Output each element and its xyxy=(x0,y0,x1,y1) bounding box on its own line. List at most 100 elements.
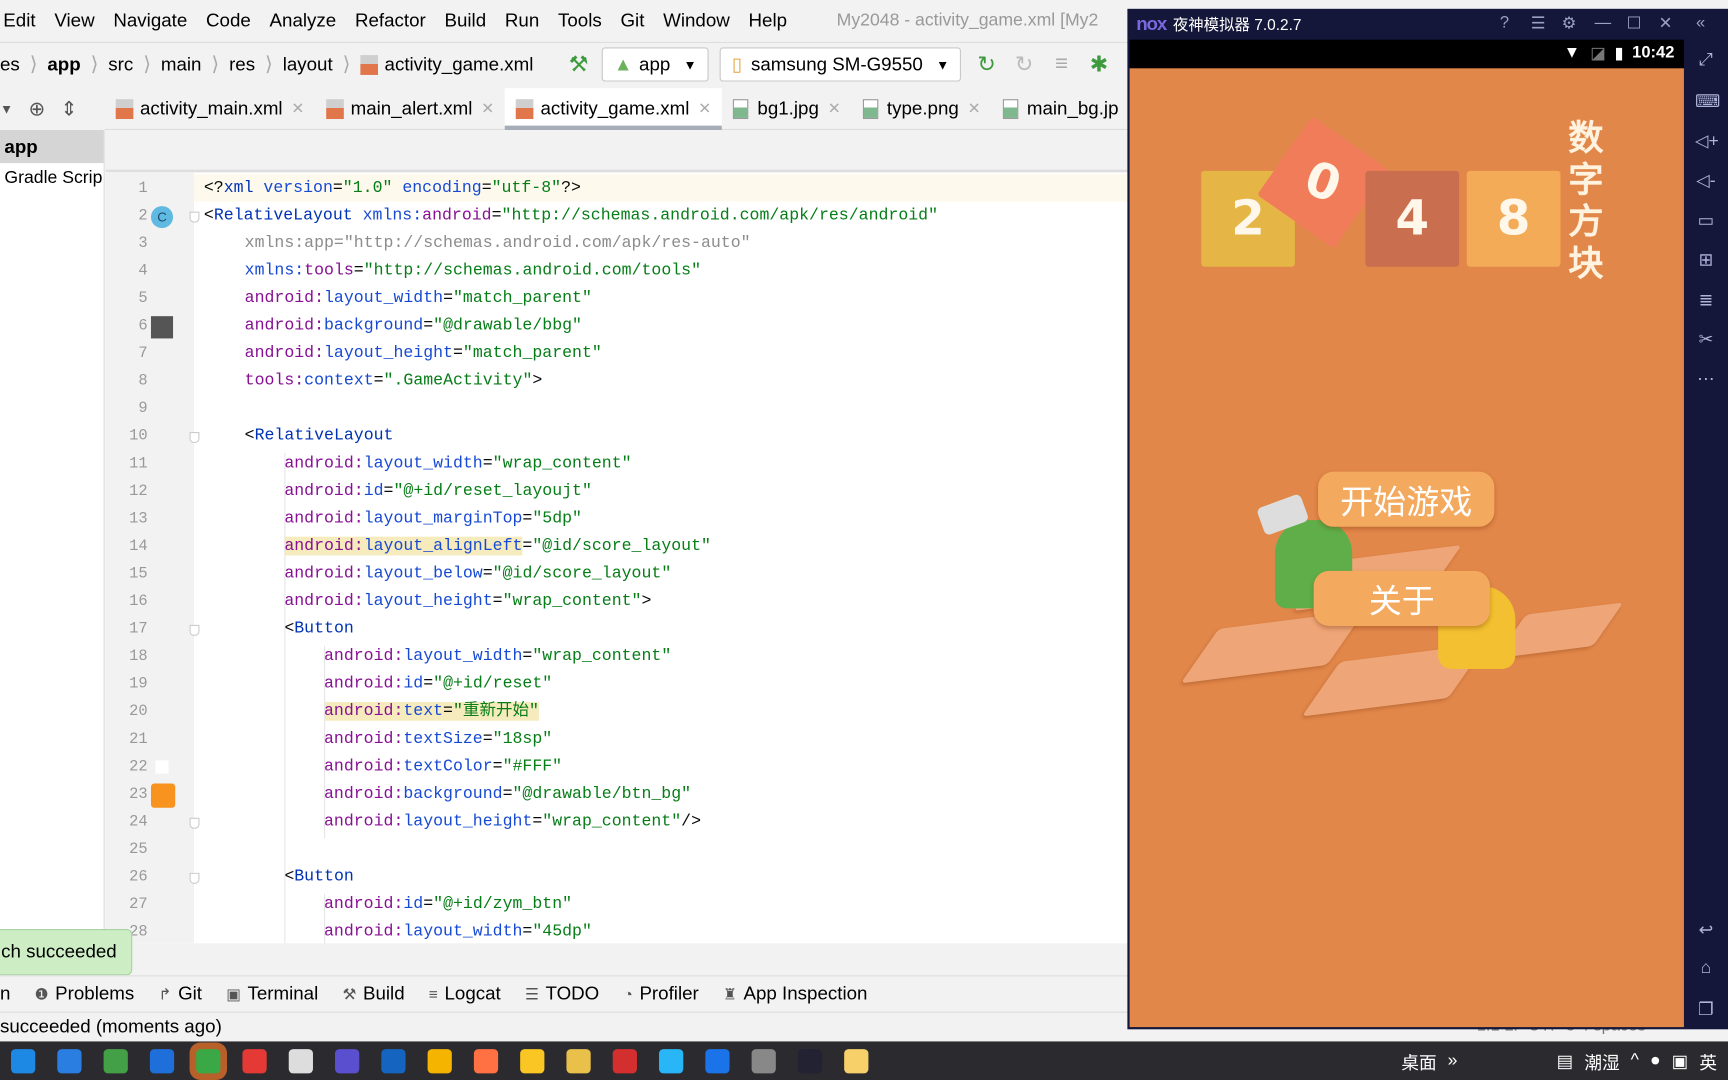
list-icon[interactable]: ≡ xyxy=(1049,52,1073,76)
breadcrumb-item[interactable]: activity_game.xml xyxy=(360,53,533,75)
close-icon[interactable]: ✕ xyxy=(1659,13,1673,33)
tool-window-app-inspection[interactable]: ♜ App Inspection xyxy=(723,983,867,1005)
breadcrumb-item[interactable]: app ⟩ xyxy=(47,53,108,76)
close-tab-icon[interactable]: ✕ xyxy=(481,99,494,118)
run-config-dropdown[interactable]: ▲ app ▼ xyxy=(601,47,709,82)
breadcrumb-item[interactable]: main ⟩ xyxy=(161,53,229,76)
taskbar-app-icon[interactable] xyxy=(844,1048,869,1073)
taskbar-app-icon[interactable] xyxy=(149,1048,175,1073)
close-tab-icon[interactable]: ✕ xyxy=(968,99,981,118)
fold-marker-icon[interactable] xyxy=(189,624,200,636)
fold-marker-icon[interactable] xyxy=(189,872,200,884)
device-dropdown[interactable]: ▯ samsung SM-G9550 ▼ xyxy=(719,47,962,82)
minimize-icon[interactable]: — xyxy=(1595,13,1612,32)
screen-icon[interactable]: ▭ xyxy=(1695,209,1717,231)
tool-window-n[interactable]: n xyxy=(0,983,10,1005)
weather-label[interactable]: 潮湿 xyxy=(1584,1047,1619,1073)
taskbar-app-icon[interactable] xyxy=(612,1048,637,1073)
tool-window-logcat[interactable]: ≡ Logcat xyxy=(429,983,501,1005)
menu-edit[interactable]: Edit xyxy=(3,10,35,32)
taskbar-app-icon[interactable] xyxy=(797,1048,823,1073)
taskbar-app-icon[interactable] xyxy=(381,1048,406,1073)
tab-type-png[interactable]: type.png ✕ xyxy=(852,88,992,129)
tool-window-git[interactable]: ↱ Git xyxy=(159,983,202,1005)
tab-main_alert-xml[interactable]: main_alert.xml ✕ xyxy=(315,88,505,129)
settings-gear-icon[interactable]: ⚙ xyxy=(1562,13,1577,33)
maximize-icon[interactable]: ☐ xyxy=(1627,13,1642,33)
multi-instance-icon[interactable]: ≣ xyxy=(1695,289,1717,311)
breadcrumb-item[interactable]: res ⟩ xyxy=(229,53,283,76)
collapse-icon[interactable]: ⇕ xyxy=(61,98,78,121)
status-message[interactable]: succeeded (moments ago) xyxy=(0,1016,222,1037)
taskbar-app-icon[interactable] xyxy=(520,1048,545,1073)
menu-analyze[interactable]: Analyze xyxy=(270,10,337,32)
tab-bg1-jpg[interactable]: bg1.jpg ✕ xyxy=(722,88,852,129)
breadcrumb-item[interactable]: es ⟩ xyxy=(0,53,47,76)
menu-refactor[interactable]: Refactor xyxy=(355,10,426,32)
menu-view[interactable]: View xyxy=(54,10,94,32)
code-editor[interactable]: 1 2 3 4 5 6 7 8 9 10 11 12 13 14 15 16 17 18 19 20 21 22 23 24 2… xyxy=(105,173,1128,944)
notification-toast[interactable]: ch succeeded xyxy=(0,929,133,976)
project-item-gradle[interactable]: Gradle Scrip xyxy=(0,163,104,194)
close-tab-icon[interactable]: ✕ xyxy=(698,99,711,118)
close-tab-icon[interactable]: ✕ xyxy=(828,99,841,118)
menu-window[interactable]: Window xyxy=(663,10,730,32)
scissors-icon[interactable]: ✂ xyxy=(1695,328,1717,350)
hammer-build-icon[interactable]: ⚒ xyxy=(566,52,590,77)
taskbar-app-icon[interactable] xyxy=(335,1048,360,1073)
tool-window-problems[interactable]: ❶ Problems xyxy=(35,983,135,1005)
taskbar-app-icon[interactable] xyxy=(659,1048,684,1073)
desktop-toolbar-label[interactable]: 桌面 xyxy=(1401,1047,1436,1073)
taskbar-app-icon[interactable] xyxy=(11,1048,36,1073)
taskbar-app-icon[interactable] xyxy=(103,1048,128,1073)
volume-up-icon[interactable]: ◁+ xyxy=(1695,130,1719,152)
locate-icon[interactable]: ⊕ xyxy=(29,98,46,121)
taskbar-app-icon[interactable] xyxy=(705,1048,730,1073)
game-screen[interactable]: 2 0 4 8 数 字 方 块 开始游戏 关于 xyxy=(1129,68,1684,1028)
tab-activity_game-xml[interactable]: activity_game.xml ✕ xyxy=(505,88,723,131)
menu-navigate[interactable]: Navigate xyxy=(113,10,187,32)
taskbar-app-icon[interactable] xyxy=(196,1048,221,1073)
menu-code[interactable]: Code xyxy=(206,10,251,32)
ime-language[interactable]: 英 xyxy=(1699,1047,1717,1073)
fold-marker-icon[interactable] xyxy=(189,817,200,829)
taskbar-app-icon[interactable] xyxy=(57,1048,82,1073)
add-apk-icon[interactable]: ⊞ xyxy=(1695,249,1717,271)
volume-down-icon[interactable]: ◁- xyxy=(1695,170,1717,192)
debug-icon[interactable]: ✱ xyxy=(1087,52,1111,77)
ime-mode-icon[interactable]: ▣ xyxy=(1672,1050,1689,1072)
menu-icon[interactable]: ☰ xyxy=(1531,13,1546,33)
tool-window-profiler[interactable]: ◔ Profiler xyxy=(623,983,698,1005)
tool-window-todo[interactable]: ☰ TODO xyxy=(525,983,599,1005)
menu-tools[interactable]: Tools xyxy=(558,10,602,32)
taskbar-app-icon[interactable] xyxy=(427,1048,452,1073)
apply-code-changes-icon[interactable]: ↻ xyxy=(1012,52,1036,77)
tool-window-build[interactable]: ⚒ Build xyxy=(343,983,405,1005)
back-icon[interactable]: ↩ xyxy=(1695,919,1717,941)
more-icon[interactable]: ⋯ xyxy=(1695,368,1717,390)
collapse-sidebar-icon[interactable]: « xyxy=(1696,13,1705,32)
project-item-selected[interactable]: app xyxy=(0,130,104,164)
home-icon[interactable]: ⌂ xyxy=(1695,959,1717,979)
breadcrumb-item[interactable]: layout ⟩ xyxy=(283,53,361,76)
keyboard-icon[interactable]: ⌨ xyxy=(1695,90,1720,112)
taskbar-app-icon[interactable] xyxy=(751,1048,776,1073)
taskbar-app-icon[interactable] xyxy=(473,1048,499,1073)
chevron-right-icon[interactable]: » xyxy=(1448,1051,1458,1071)
tab-main_bg-jp[interactable]: main_bg.jp xyxy=(992,88,1130,129)
news-icon[interactable]: ▤ xyxy=(1557,1050,1574,1072)
fullscreen-icon[interactable]: ⤢ xyxy=(1695,51,1717,71)
qq-tray-icon[interactable]: ● xyxy=(1650,1051,1661,1071)
fold-marker-icon[interactable] xyxy=(189,431,200,444)
breadcrumb-item[interactable]: src ⟩ xyxy=(108,53,161,76)
tool-window-terminal[interactable]: ▣ Terminal xyxy=(226,983,318,1005)
taskbar-app-icon[interactable] xyxy=(288,1048,313,1073)
menu-build[interactable]: Build xyxy=(444,10,486,32)
start-game-button[interactable]: 开始游戏 xyxy=(1318,471,1495,527)
taskbar-app-icon[interactable] xyxy=(242,1048,267,1073)
about-button[interactable]: 关于 xyxy=(1313,570,1490,626)
taskbar-app-icon[interactable] xyxy=(566,1048,591,1073)
menu-help[interactable]: Help xyxy=(749,10,788,32)
fold-marker-icon[interactable] xyxy=(189,211,200,223)
chevron-up-icon[interactable]: ^ xyxy=(1631,1051,1639,1071)
